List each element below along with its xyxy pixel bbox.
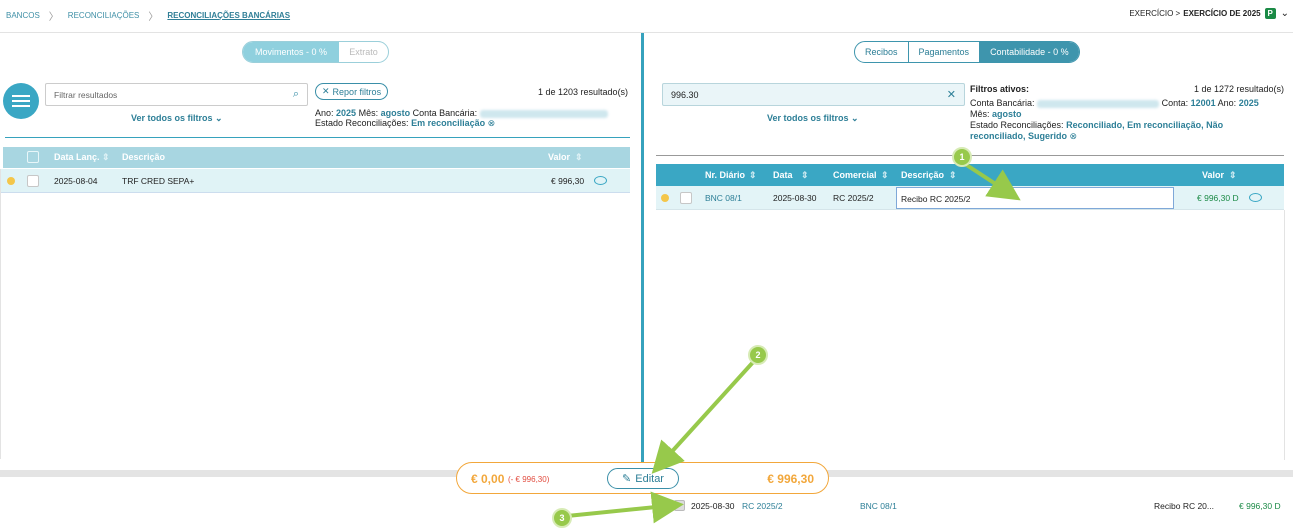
annotation-marker-3: 3 — [552, 508, 572, 528]
annotation-arrows — [566, 160, 1021, 524]
annotation-arrow-1 — [960, 160, 1021, 201]
annotation-arrow-3 — [566, 491, 684, 524]
annotation-marker-1: 1 — [952, 147, 972, 167]
annotation-arrow-2 — [651, 358, 757, 474]
annotation-marker-2: 2 — [748, 345, 768, 365]
